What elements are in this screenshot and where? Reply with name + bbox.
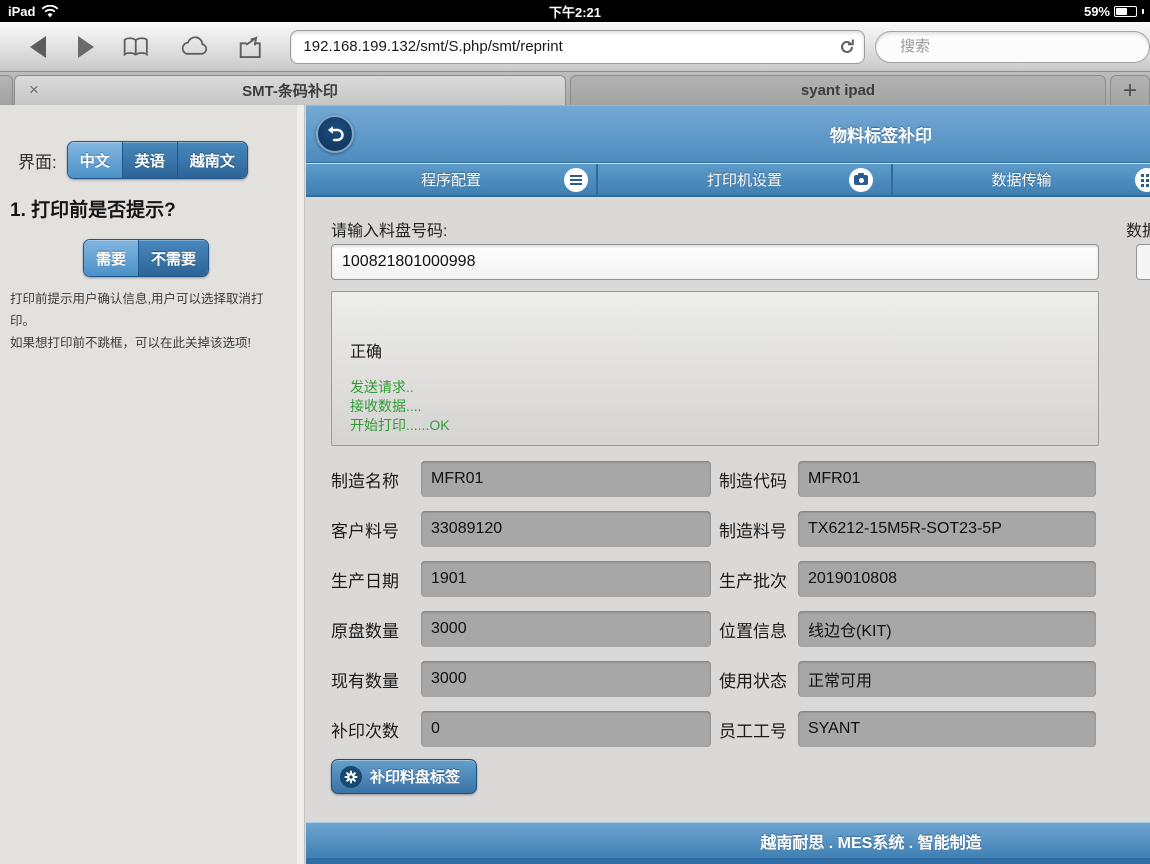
tab-smt-reprint[interactable]: × SMT-条码补印 [14, 75, 566, 105]
bookmarks-icon[interactable] [122, 36, 150, 58]
interface-label: 界面: [18, 148, 57, 173]
battery-icon [1114, 6, 1137, 17]
app-header: 物料标签补印 [306, 105, 1150, 163]
settings-sidebar: 界面: 中文 英语 越南文 1. 打印前是否提示? 需要 不需要 打印前提示用户… [0, 105, 297, 864]
table-row: 生产日期 1901 生产批次 2019010808 [306, 554, 1150, 604]
tab-data-transfer[interactable]: 数据传输 [891, 164, 1150, 195]
grid-icon [1135, 168, 1150, 192]
prompt-button-group: 需要 不需要 [83, 239, 209, 277]
browser-toolbar [0, 22, 1150, 72]
sidebar-divider [297, 105, 305, 864]
prompt-button-need[interactable]: 需要 [84, 240, 139, 276]
table-row: 客户料号 33089120 制造料号 TX6212-15M5R-SOT23-5P [306, 504, 1150, 554]
field-mfr-pn: TX6212-15M5R-SOT23-5P [798, 511, 1096, 547]
language-button-vietnamese[interactable]: 越南文 [178, 142, 247, 178]
table-row: 补印次数 0 员工工号 SYANT [306, 704, 1150, 754]
reel-input-label: 请输入料盘号码: [331, 217, 447, 241]
page-title: 物料标签补印 [830, 122, 932, 147]
field-reprint-count: 0 [421, 711, 711, 747]
field-current-qty: 3000 [421, 661, 711, 697]
status-bar: iPad 下午2:21 59% [0, 0, 1150, 22]
cloud-icon[interactable] [178, 36, 209, 58]
status-result: 正确 [350, 338, 1098, 362]
page-body: 界面: 中文 英语 越南文 1. 打印前是否提示? 需要 不需要 打印前提示用户… [0, 105, 1150, 864]
app-nav-tabs: 程序配置 打印机设置 数据传输 [306, 164, 1150, 197]
field-usage-status: 正常可用 [798, 661, 1096, 697]
field-mfr-code: MFR01 [798, 461, 1096, 497]
reload-icon[interactable] [838, 38, 856, 56]
search-bar[interactable] [875, 31, 1150, 63]
field-employee-id: SYANT [798, 711, 1096, 747]
field-prod-date: 1901 [421, 561, 711, 597]
share-icon[interactable] [237, 35, 265, 59]
right-panel-partial-box [1136, 244, 1150, 280]
footer-strip [306, 858, 1150, 864]
reprint-app-panel: 物料标签补印 程序配置 打印机设置 数据传输 请输入料盘号码: [306, 105, 1150, 864]
gear-icon [340, 766, 362, 788]
table-row: 现有数量 3000 使用状态 正常可用 [306, 654, 1150, 704]
battery-percent: 59% [1084, 4, 1110, 19]
right-panel-label: 数据 [1126, 217, 1150, 241]
status-log: 发送请求.. 接收数据.... 开始打印......OK [350, 378, 1098, 435]
language-button-chinese[interactable]: 中文 [68, 142, 123, 178]
menu-icon [564, 168, 588, 192]
back-button[interactable] [316, 115, 354, 153]
url-input[interactable] [303, 38, 843, 55]
tab-syant-ipad[interactable]: syant ipad [570, 75, 1106, 105]
tab-bar: × SMT-条码补印 syant ipad + [0, 72, 1150, 105]
field-location: 线边仓(KIT) [798, 611, 1096, 647]
reel-number-input[interactable] [331, 244, 1099, 280]
reprint-button-label: 补印料盘标签 [370, 766, 460, 787]
tab-stub [0, 75, 13, 105]
field-prod-batch: 2019010808 [798, 561, 1096, 597]
clock: 下午2:21 [0, 2, 1150, 21]
tab-label: syant ipad [571, 82, 1105, 99]
tab-printer-settings[interactable]: 打印机设置 [596, 164, 891, 195]
tab-label: SMT-条码补印 [15, 80, 565, 101]
ipad-screen: iPad 下午2:21 59% [0, 0, 1150, 864]
field-original-qty: 3000 [421, 611, 711, 647]
prompt-button-no-need[interactable]: 不需要 [139, 240, 208, 276]
battery-cap [1142, 9, 1144, 14]
table-row: 原盘数量 3000 位置信息 线边仓(KIT) [306, 604, 1150, 654]
app-footer: 越南耐思 . MES系统 . 智能制造 [306, 822, 1150, 858]
language-button-english[interactable]: 英语 [123, 142, 178, 178]
field-mfr-name: MFR01 [421, 461, 711, 497]
prompt-help-text: 打印前提示用户确认信息,用户可以选择取消打印。 如果想打印前不跳框，可以在此关掉… [10, 288, 288, 354]
table-row: 制造名称 MFR01 制造代码 MFR01 [306, 454, 1150, 504]
camera-icon [849, 168, 873, 192]
back-icon[interactable] [30, 36, 46, 58]
footer-text: 越南耐思 . MES系统 . 智能制造 [760, 829, 981, 853]
forward-icon[interactable] [78, 36, 94, 58]
form-content: 请输入料盘号码: 数据 正确 发送请求.. 接收数据.... 开始打印.....… [306, 199, 1150, 822]
language-button-group: 中文 英语 越南文 [67, 141, 248, 179]
reprint-label-button[interactable]: 补印料盘标签 [331, 759, 477, 794]
prompt-question-title: 1. 打印前是否提示? [10, 195, 176, 222]
return-arrow-icon [324, 123, 346, 145]
field-grid: 制造名称 MFR01 制造代码 MFR01 客户料号 33089120 制造料号… [306, 454, 1150, 754]
tab-program-config[interactable]: 程序配置 [306, 164, 596, 195]
search-input[interactable] [900, 38, 1130, 55]
field-customer-pn: 33089120 [421, 511, 711, 547]
new-tab-button[interactable]: + [1110, 75, 1150, 105]
url-bar[interactable] [290, 30, 865, 64]
status-box: 正确 发送请求.. 接收数据.... 开始打印......OK [331, 291, 1099, 446]
